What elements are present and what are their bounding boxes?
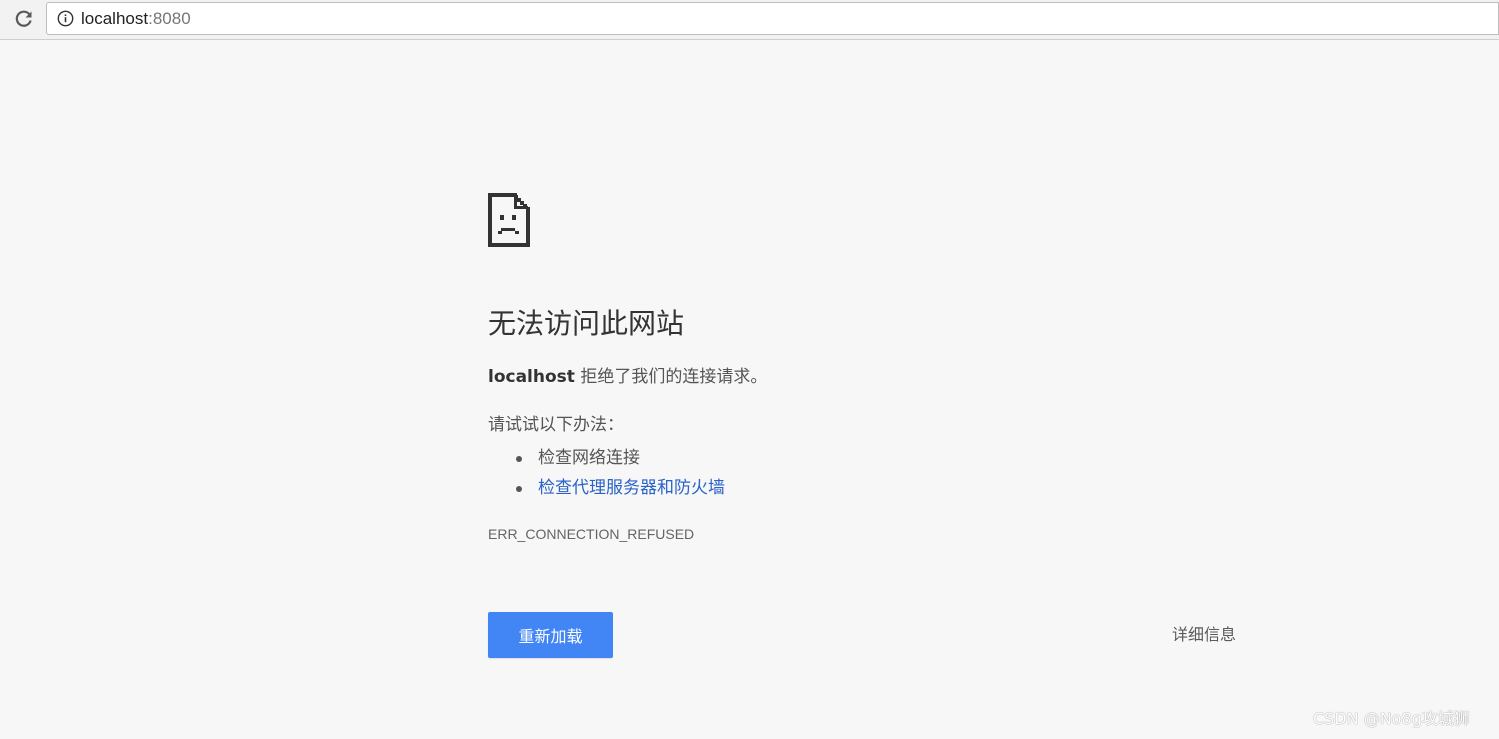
address-bar[interactable]: localhost:8080 [46,2,1499,35]
url-port: :8080 [148,8,191,28]
reload-icon[interactable] [10,6,38,32]
summary-host: localhost [488,367,575,387]
browser-toolbar: localhost:8080 [0,0,1499,40]
suggestion-check-network: 检查网络连接 [538,448,640,468]
bullet-icon [516,486,522,492]
sad-page-icon [488,193,532,247]
url-text[interactable]: localhost:8080 [81,9,191,29]
suggestion-item: 检查代理服务器和防火墙 [488,473,725,503]
suggestions-list: 检查网络连接 检查代理服务器和防火墙 [488,443,725,503]
error-summary: localhost 拒绝了我们的连接请求。 [488,365,767,389]
info-icon[interactable] [56,10,74,28]
url-host: localhost [81,8,149,28]
bullet-icon [516,456,522,462]
summary-text: 拒绝了我们的连接请求。 [574,367,768,387]
error-code: ERR_CONNECTION_REFUSED [488,526,695,542]
watermark: CSDN @No8g攻城狮 [1313,709,1470,728]
suggestion-item: 检查网络连接 [488,443,725,473]
suggestions-title: 请试试以下办法： [488,415,624,435]
suggestion-check-proxy-link[interactable]: 检查代理服务器和防火墙 [538,478,725,498]
error-heading: 无法访问此网站 [488,307,685,340]
details-button[interactable]: 详细信息 [1172,624,1236,646]
reload-button[interactable]: 重新加载 [488,612,613,658]
